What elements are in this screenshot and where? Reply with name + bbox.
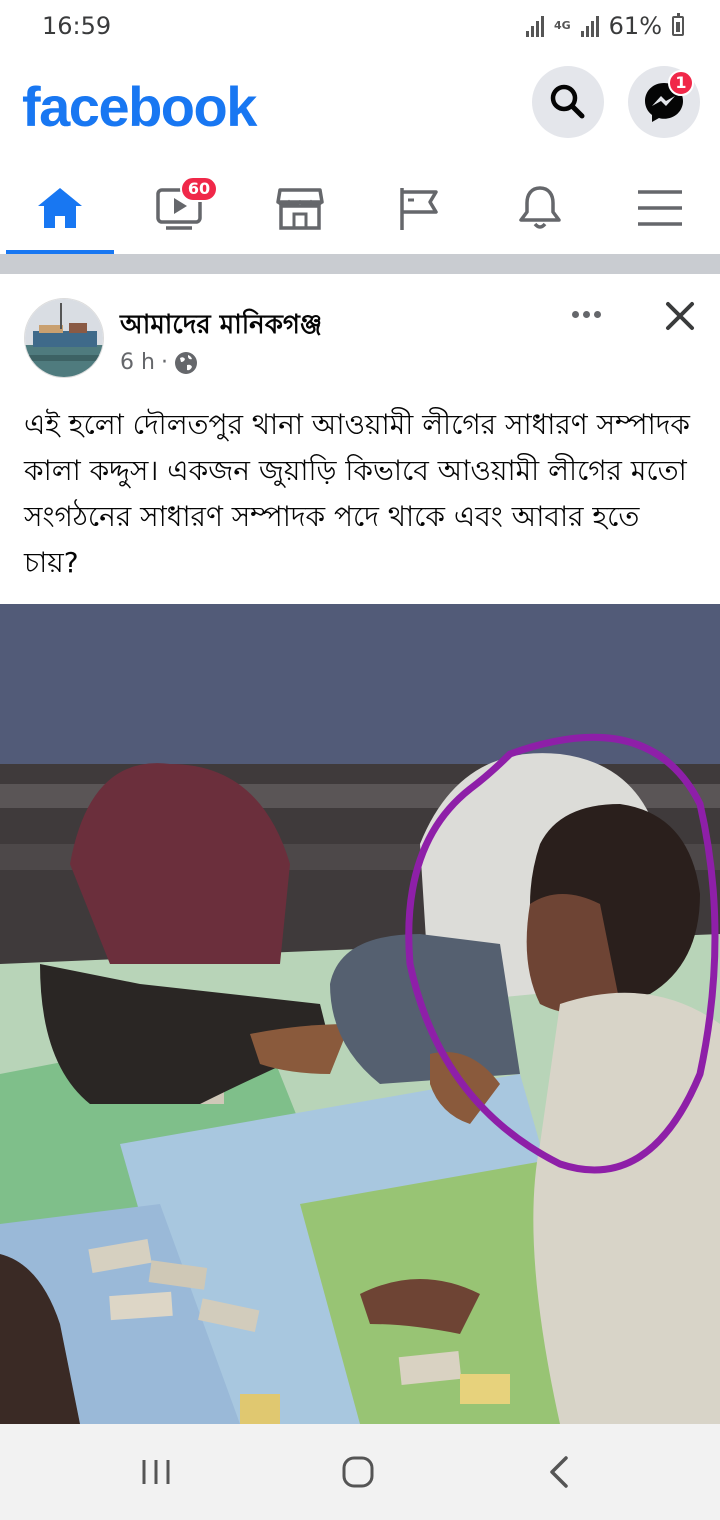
back-button[interactable] <box>530 1448 590 1496</box>
home-circle-icon <box>342 1456 374 1488</box>
tab-pages[interactable] <box>360 160 480 256</box>
page-name[interactable]: আমাদের মানিকগঞ্জ <box>120 304 322 348</box>
app-header: facebook 1 <box>0 56 720 156</box>
system-navigation-bar <box>0 1424 720 1520</box>
store-icon <box>276 188 324 230</box>
tab-notifications[interactable] <box>480 160 600 256</box>
page-avatar[interactable] <box>24 298 104 378</box>
status-icons: 4G 61% <box>525 12 684 40</box>
network-type: 4G <box>553 19 571 32</box>
post-text: এই হলো দৌলতপুর থানা আওয়ামী লীগের সাধারণ… <box>24 408 690 579</box>
more-dot <box>593 310 601 318</box>
messenger-button[interactable]: 1 <box>628 66 700 138</box>
tab-home[interactable] <box>0 160 120 256</box>
recent-apps-button[interactable] <box>126 1448 186 1496</box>
more-dot <box>571 310 579 318</box>
post-time[interactable]: 6 h <box>120 350 155 375</box>
tab-marketplace[interactable] <box>240 160 360 256</box>
search-button[interactable] <box>532 66 604 138</box>
flag-icon <box>400 188 438 230</box>
hide-post-button[interactable] <box>660 296 700 336</box>
post-photo[interactable] <box>0 604 720 1424</box>
recent-apps-icon <box>142 1460 170 1484</box>
battery-icon <box>672 13 684 36</box>
more-dot <box>582 310 590 318</box>
battery-percent: 61% <box>608 12 662 40</box>
meta-separator: · <box>160 350 168 375</box>
cell-signal-icon <box>580 15 599 37</box>
post-meta: 6 h · <box>120 350 198 375</box>
watch-badge: 60 <box>180 176 218 202</box>
status-time: 16:59 <box>42 12 112 40</box>
globe-icon <box>174 351 197 374</box>
facebook-logo[interactable]: facebook <box>22 74 257 139</box>
wifi-signal-icon <box>525 15 544 37</box>
tab-watch[interactable]: 60 <box>120 160 240 256</box>
home-icon <box>38 188 82 228</box>
messenger-badge: 1 <box>668 70 694 96</box>
status-bar: 16:59 4G 61% <box>0 0 720 56</box>
menu-icon <box>638 190 682 226</box>
home-nav-button[interactable] <box>328 1448 388 1496</box>
back-icon <box>550 1456 568 1488</box>
search-icon <box>550 84 585 119</box>
tab-menu[interactable] <box>600 160 720 256</box>
close-icon <box>666 302 694 330</box>
section-divider <box>0 254 720 274</box>
bell-icon <box>519 186 561 229</box>
tab-bar: 60 <box>0 160 720 256</box>
more-options-button[interactable] <box>566 302 606 326</box>
